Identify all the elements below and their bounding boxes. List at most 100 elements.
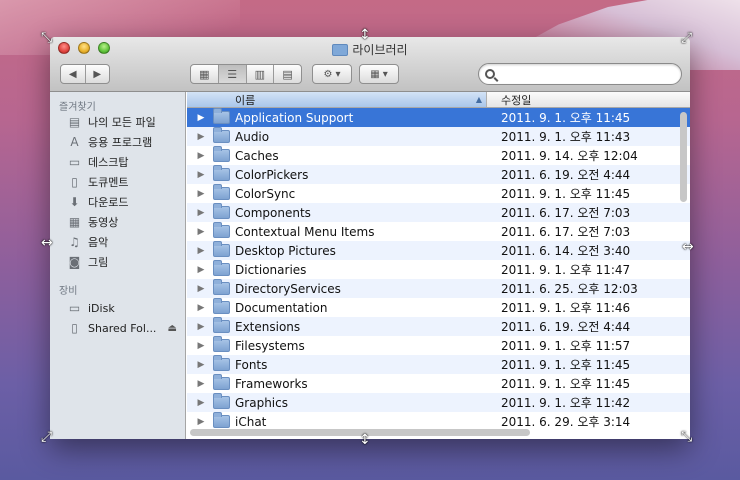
disclosure-triangle-icon[interactable]: ▶: [187, 398, 209, 408]
file-date: 2011. 6. 19. 오전 4:44: [501, 320, 631, 334]
file-name: Frameworks: [235, 376, 308, 391]
file-date: 2011. 9. 1. 오후 11:43: [501, 130, 631, 144]
folder-icon: [213, 355, 230, 371]
sidebar-item[interactable]: ♫ 음악: [50, 232, 185, 252]
folder-icon: [213, 393, 230, 409]
sidebar-item[interactable]: ▭ iDisk: [50, 298, 185, 318]
file-row[interactable]: ▶ ColorSync 2011. 9. 1. 오후 11:45: [187, 184, 690, 203]
file-row[interactable]: ▶ Filesystems 2011. 9. 1. 오후 11:57: [187, 336, 690, 355]
file-row[interactable]: ▶ Desktop Pictures 2011. 6. 14. 오전 3:40: [187, 241, 690, 260]
name-column-header[interactable]: 이름 ▲: [187, 92, 487, 107]
sidebar-item[interactable]: ▭ 데스크탑: [50, 152, 185, 172]
window-title: 라이브러리: [50, 41, 690, 58]
sidebar-item-icon: A: [70, 135, 79, 149]
eject-icon[interactable]: ⏏: [168, 323, 177, 334]
vertical-scrollbar[interactable]: [680, 112, 687, 202]
back-forward-control: ◀ ▶: [60, 64, 110, 84]
disclosure-triangle-icon[interactable]: ▶: [187, 227, 209, 237]
resize-handle-left[interactable]: ↔: [41, 236, 53, 250]
sidebar-item-icon: ▦: [68, 215, 81, 229]
file-row[interactable]: ▶ Contextual Menu Items 2011. 6. 17. 오전 7:…: [187, 222, 690, 241]
favorites-list: ▤ 나의 모든 파일 A 응용 프로그램 ▭ 데스크탑 ▯ 도큐멘트 ⬇ 다운로드 ▦ 동영상 ♫ 음악 ◙…: [50, 112, 185, 272]
sidebar-item[interactable]: ◙ 그림: [50, 252, 185, 272]
resize-handle-bottom-right[interactable]: ⤡: [681, 430, 692, 444]
resize-handle-top[interactable]: ↕: [359, 28, 371, 42]
folder-icon: [213, 412, 230, 428]
disclosure-triangle-icon[interactable]: ▶: [187, 417, 209, 427]
disclosure-triangle-icon[interactable]: ▶: [187, 341, 209, 351]
file-row[interactable]: ▶ Frameworks 2011. 9. 1. 오후 11:45: [187, 374, 690, 393]
sidebar-item[interactable]: ▯ 도큐멘트: [50, 172, 185, 192]
file-name: DirectoryServices: [235, 281, 341, 296]
file-row[interactable]: ▶ Components 2011. 6. 17. 오전 7:03: [187, 203, 690, 222]
sidebar-header-devices: 장비: [59, 286, 78, 297]
arrange-menu-button[interactable]: ▦ ▾: [359, 64, 399, 84]
search-icon: [485, 69, 495, 79]
file-row[interactable]: ▶ Fonts 2011. 9. 1. 오후 11:45: [187, 355, 690, 374]
resize-handle-bottom-left[interactable]: ⤢: [41, 430, 52, 444]
disclosure-triangle-icon[interactable]: ▶: [187, 303, 209, 313]
file-row[interactable]: ▶ Application Support 2011. 9. 1. 오후 11:45: [187, 108, 690, 127]
coverflow-view-button[interactable]: ▤: [274, 65, 301, 83]
sidebar-item[interactable]: A 응용 프로그램: [50, 132, 185, 152]
sidebar-item[interactable]: ▤ 나의 모든 파일: [50, 112, 185, 132]
resize-handle-right[interactable]: ↔: [682, 240, 694, 254]
search-input[interactable]: [499, 67, 681, 81]
disclosure-triangle-icon[interactable]: ▶: [187, 284, 209, 294]
file-date: 2011. 9. 1. 오후 11:45: [501, 358, 631, 372]
disclosure-triangle-icon[interactable]: ▶: [187, 246, 209, 256]
disclosure-triangle-icon[interactable]: ▶: [187, 208, 209, 218]
file-row[interactable]: ▶ Extensions 2011. 6. 19. 오전 4:44: [187, 317, 690, 336]
sidebar-item[interactable]: ⬇ 다운로드: [50, 192, 185, 212]
file-date: 2011. 9. 1. 오후 11:47: [501, 263, 631, 277]
folder-icon: [332, 43, 349, 56]
chevron-down-icon: ▾: [382, 68, 388, 80]
finder-window: 라이브러리 ◀ ▶ ▦ ☰ ▥ ▤ ⚙ ▾ ▦ ▾ 즐겨찾기 ▤ 나의 모든 파일…: [50, 37, 690, 439]
resize-handle-top-right[interactable]: ⤢: [681, 31, 692, 45]
folder-icon: [213, 317, 230, 333]
file-date: 2011. 9. 1. 오후 11:45: [501, 377, 631, 391]
file-row[interactable]: ▶ Audio 2011. 9. 1. 오후 11:43: [187, 127, 690, 146]
sidebar-item-icon: ♫: [69, 235, 80, 249]
file-row[interactable]: ▶ DirectoryServices 2011. 6. 25. 오후 12:03: [187, 279, 690, 298]
file-row[interactable]: ▶ Dictionaries 2011. 9. 1. 오후 11:47: [187, 260, 690, 279]
file-row[interactable]: ▶ Documentation 2011. 9. 1. 오후 11:46: [187, 298, 690, 317]
sidebar-item[interactable]: ▦ 동영상: [50, 212, 185, 232]
sidebar-item-label: 다운로드: [88, 196, 129, 209]
icon-view-button[interactable]: ▦: [191, 65, 219, 83]
disclosure-triangle-icon[interactable]: ▶: [187, 170, 209, 180]
sidebar-item-icon: ▭: [68, 301, 81, 315]
disclosure-triangle-icon[interactable]: ▶: [187, 379, 209, 389]
file-row[interactable]: ▶ Caches 2011. 9. 14. 오후 12:04: [187, 146, 690, 165]
sidebar-header-favorites: 즐겨찾기: [59, 102, 96, 113]
disclosure-triangle-icon[interactable]: ▶: [187, 322, 209, 332]
forward-button[interactable]: ▶: [86, 69, 110, 80]
back-button[interactable]: ◀: [61, 69, 85, 80]
file-name: ColorSync: [235, 186, 296, 201]
search-field[interactable]: [478, 63, 682, 85]
disclosure-triangle-icon[interactable]: ▶: [187, 132, 209, 142]
file-row[interactable]: ▶ Graphics 2011. 9. 1. 오후 11:42: [187, 393, 690, 412]
sidebar-item-icon: ▯: [71, 175, 78, 189]
disclosure-triangle-icon[interactable]: ▶: [187, 113, 209, 123]
resize-handle-bottom[interactable]: ↕: [359, 433, 371, 447]
sidebar-item-label: 음악: [88, 236, 109, 249]
file-row[interactable]: ▶ ColorPickers 2011. 6. 19. 오전 4:44: [187, 165, 690, 184]
date-column-header[interactable]: 수정일: [487, 92, 690, 107]
action-menu-button[interactable]: ⚙ ▾: [312, 64, 352, 84]
file-date: 2011. 6. 17. 오전 7:03: [501, 206, 631, 220]
list-view-button[interactable]: ☰: [218, 65, 247, 83]
disclosure-triangle-icon[interactable]: ▶: [187, 151, 209, 161]
folder-icon: [213, 146, 230, 162]
disclosure-triangle-icon[interactable]: ▶: [187, 265, 209, 275]
file-date: 2011. 6. 19. 오전 4:44: [501, 168, 631, 182]
disclosure-triangle-icon[interactable]: ▶: [187, 189, 209, 199]
folder-icon: [213, 260, 230, 276]
column-view-button[interactable]: ▥: [247, 65, 275, 83]
disclosure-triangle-icon[interactable]: ▶: [187, 360, 209, 370]
sidebar-item-icon: ▯: [71, 321, 78, 335]
devices-list: ▭ iDisk ▯ Shared Fol... ⏏: [50, 298, 185, 338]
file-name: iChat: [235, 414, 267, 429]
resize-handle-top-left[interactable]: ⤡: [41, 31, 52, 45]
sidebar-item[interactable]: ▯ Shared Fol... ⏏: [50, 318, 185, 338]
